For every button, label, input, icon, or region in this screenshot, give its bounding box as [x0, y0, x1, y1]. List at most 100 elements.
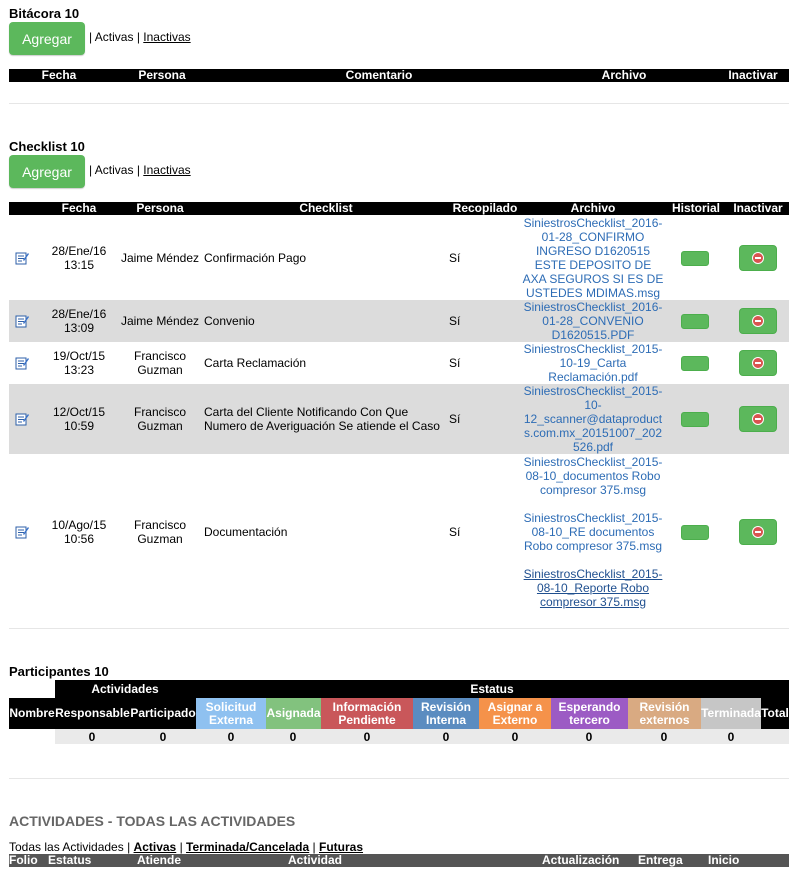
checklist-title: Checklist 10 — [9, 139, 85, 154]
col-inactivar: Inactivar — [728, 68, 778, 82]
participantes-value: 0 — [227, 730, 235, 744]
col-inicio: Inicio — [708, 853, 740, 867]
col-checklist: Checklist — [299, 201, 353, 215]
historial-button[interactable] — [681, 411, 709, 427]
col-actualizacion: Actualización — [542, 853, 620, 867]
table-row: 28/Ene/16 13:09 Jaime Méndez Convenio Sí Sini… — [9, 300, 789, 342]
historial-cell — [675, 384, 715, 454]
archivo-link[interactable]: SiniestrosChecklist_2016- 01-28_CONFIRMO I… — [523, 216, 664, 300]
col-persona: Persona — [136, 201, 184, 215]
historial-button[interactable] — [681, 355, 709, 371]
bitacora-filter-active[interactable]: Activas — [95, 30, 134, 44]
participantes-value: 0 — [585, 730, 593, 744]
col-folio: Folio — [9, 853, 38, 867]
participantes-value: 0 — [159, 730, 167, 744]
recopilado-cell: Sí — [449, 314, 461, 328]
archivo-cell: SiniestrosChecklist_2015- 08-10_documento… — [519, 454, 667, 610]
filter-active[interactable]: Activas — [134, 840, 177, 854]
participantes-value: 0 — [442, 730, 450, 744]
filter-all[interactable]: Todas las Actividades — [9, 840, 124, 854]
inactivar-button[interactable] — [739, 308, 777, 334]
remove-icon — [752, 252, 764, 264]
remove-icon — [752, 315, 764, 327]
actividades-title: ACTIVIDADES - TODAS LAS ACTIVIDADES — [9, 813, 296, 829]
checklist-cell: Carta del Cliente Notificando Con Que Num… — [204, 405, 440, 433]
col-recopilado: Recopilado — [452, 201, 518, 215]
participantes-col-header: Revisión Interna — [413, 698, 479, 729]
bitacora-add-button[interactable]: Agregar — [9, 22, 85, 55]
inactivar-button[interactable] — [739, 519, 777, 545]
participantes-col-header: Terminada — [701, 698, 761, 729]
table-row: 28/Ene/16 13:15 Jaime Méndez Confirmación P… — [9, 216, 789, 300]
participantes-col-header: Asignar a Externo — [479, 698, 551, 729]
col-estatus: Estatus — [48, 853, 92, 867]
filter-future[interactable]: Futuras — [319, 840, 363, 854]
edit-icon[interactable] — [13, 342, 31, 384]
table-row: 12/Oct/15 10:59 Francisco Guzman Carta del C… — [9, 384, 789, 454]
participantes-value: 0 — [727, 730, 735, 744]
filter-sep: | — [309, 840, 319, 854]
fecha-cell: 28/Ene/16 13:15 — [51, 244, 107, 272]
participantes-value: 0 — [660, 730, 668, 744]
historial-cell — [675, 216, 715, 300]
archivo-link[interactable]: SiniestrosChecklist_2015- 10-19_Carta Recl… — [524, 342, 663, 384]
filter-sep: | — [133, 30, 144, 44]
historial-button[interactable] — [681, 524, 709, 540]
archivo-cell: SiniestrosChecklist_2015- 10-19_Carta Recl… — [519, 342, 667, 384]
checklist-table-header: Fecha Persona Checklist Recopilado Archi… — [9, 202, 789, 215]
archivo-link[interactable]: SiniestrosChecklist_2015- 08-10_Reporte R… — [524, 567, 663, 609]
inactivar-button[interactable] — [739, 350, 777, 376]
archivo-link[interactable]: SiniestrosChecklist_2015- 10- 12_scanner@d… — [524, 384, 663, 454]
edit-icon[interactable] — [13, 216, 31, 300]
checklist-filter: | Activas | Inactivas — [89, 163, 191, 177]
col-fecha: Fecha — [61, 201, 97, 215]
participantes-col-header: Total — [761, 698, 789, 729]
archivo-cell: SiniestrosChecklist_2016- 01-28_CONVENIO D… — [519, 300, 667, 342]
recopilado-cell: Sí — [449, 251, 461, 265]
bitacora-filter: | Activas | Inactivas — [89, 30, 191, 44]
archivo-link[interactable]: SiniestrosChecklist_2015- 08-10_documento… — [524, 455, 663, 497]
col-actividad: Actividad — [288, 853, 343, 867]
edit-icon[interactable] — [13, 454, 31, 610]
inactivar-button[interactable] — [739, 245, 777, 271]
archivo-cell: SiniestrosChecklist_2016- 01-28_CONFIRMO I… — [519, 216, 667, 300]
archivo-link[interactable]: SiniestrosChecklist_2016- 01-28_CONVENIO D… — [524, 300, 663, 342]
participantes-col-header: Revisión externos — [628, 698, 701, 729]
checklist-filter-active[interactable]: Activas — [95, 163, 134, 177]
archivo-link[interactable]: SiniestrosChecklist_2015- 08-10_RE docume… — [524, 511, 663, 553]
bitacora-title: Bitácora 10 — [9, 6, 80, 21]
edit-icon[interactable] — [13, 300, 31, 342]
col-comentario: Comentario — [345, 68, 413, 82]
group-estatus: Estatus — [470, 681, 514, 696]
participantes-col-header: Responsable — [55, 698, 130, 729]
col-inactivar: Inactivar — [733, 201, 783, 215]
recopilado-cell: Sí — [449, 525, 461, 539]
divider — [9, 103, 789, 104]
checklist-add-button[interactable]: Agregar — [9, 155, 85, 188]
persona-cell: Jaime Méndez — [120, 314, 200, 328]
fecha-cell: 19/Oct/15 13:23 — [52, 349, 106, 377]
fecha-cell: 12/Oct/15 10:59 — [52, 405, 106, 433]
remove-icon — [752, 526, 764, 538]
actividades-table-header: Folio Estatus Atiende Actividad Actualiz… — [9, 854, 789, 867]
inactivar-button[interactable] — [739, 406, 777, 432]
checklist-cell: Convenio — [204, 314, 255, 328]
checklist-filter-inactive[interactable]: Inactivas — [143, 163, 190, 177]
checklist-cell: Carta Reclamación — [204, 356, 307, 370]
divider — [9, 628, 789, 629]
filter-sep: | — [176, 840, 187, 854]
bitacora-filter-inactive[interactable]: Inactivas — [143, 30, 190, 44]
inactivar-cell — [737, 216, 779, 300]
historial-button[interactable] — [681, 250, 709, 266]
historial-button[interactable] — [681, 313, 709, 329]
divider — [9, 778, 789, 779]
filter-done[interactable]: Terminada/Cancelada — [186, 840, 309, 854]
edit-icon[interactable] — [13, 384, 31, 454]
persona-cell: Francisco Guzman — [133, 349, 186, 377]
table-row: 10/Ago/15 10:56 Francisco Guzman Documentaci… — [9, 454, 789, 610]
historial-cell — [675, 342, 715, 384]
participantes-col-header: Participado — [130, 698, 196, 729]
group-actividades: Actividades — [91, 681, 159, 696]
historial-cell — [675, 300, 715, 342]
recopilado-cell: Sí — [449, 356, 461, 370]
